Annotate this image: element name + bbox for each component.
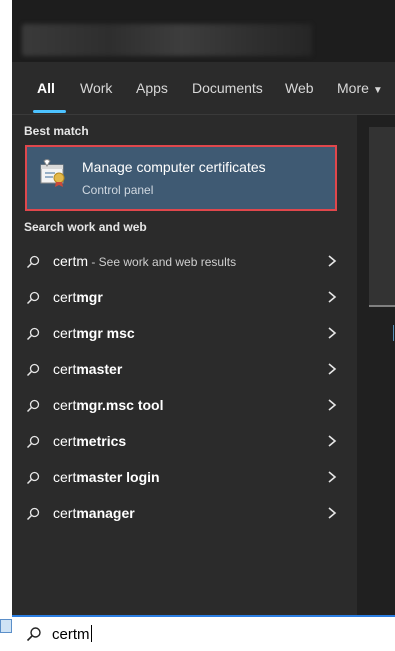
search-icon [26, 471, 40, 485]
result-typed: cert [53, 505, 77, 521]
tab-web[interactable]: Web [285, 80, 314, 96]
result-text: certmgr msc [53, 325, 135, 341]
search-box[interactable]: certm [12, 615, 395, 651]
result-typed: cert [53, 361, 77, 377]
search-section-label: Search work and web [24, 220, 147, 234]
search-result-row[interactable]: certmetrics [12, 424, 357, 460]
best-match-label: Best match [24, 124, 89, 138]
result-text: certmaster [53, 361, 122, 377]
best-match-title: Manage computer certificates [82, 159, 266, 175]
search-result-row[interactable]: certmgr [12, 280, 357, 316]
result-typed: cert [53, 289, 77, 305]
search-result-row[interactable]: certmaster [12, 352, 357, 388]
search-icon [26, 291, 40, 305]
result-completion: mgr msc [76, 325, 135, 341]
result-text: certmetrics [53, 433, 126, 449]
result-text: certmgr [53, 289, 103, 305]
search-result-row[interactable]: certmgr msc [12, 316, 357, 352]
tab-documents[interactable]: Documents [192, 80, 263, 96]
chevron-right-icon[interactable] [327, 326, 337, 340]
chevron-right-icon[interactable] [327, 254, 337, 268]
search-icon [26, 255, 40, 269]
search-icon [26, 363, 40, 377]
search-result-row[interactable]: certm - See work and web results [12, 244, 357, 280]
chevron-right-icon[interactable] [327, 290, 337, 304]
search-input[interactable]: certm [52, 625, 92, 643]
result-typed: cert [53, 469, 77, 485]
result-completion: metrics [76, 433, 127, 449]
result-text: certmanager [53, 505, 135, 521]
result-completion: manager [76, 505, 135, 521]
title-bar [12, 0, 395, 62]
best-match-item[interactable]: Manage computer certificates Control pan… [25, 145, 337, 211]
search-icon [26, 399, 40, 413]
result-text: certmgr.msc tool [53, 397, 163, 413]
result-typed: certm [53, 253, 88, 269]
start-search-panel: All Work Apps Documents Web More ▼ Best m… [12, 0, 395, 615]
result-completion: mgr.msc tool [76, 397, 164, 413]
tab-apps[interactable]: Apps [136, 80, 168, 96]
search-result-row[interactable]: certmgr.msc tool [12, 388, 357, 424]
tab-more-label: More [337, 80, 369, 96]
preview-pane [357, 115, 395, 615]
chevron-right-icon[interactable] [327, 434, 337, 448]
best-match-subtitle: Control panel [82, 183, 154, 197]
search-icon [26, 507, 40, 521]
search-result-row[interactable]: certmaster login [12, 460, 357, 496]
result-typed: cert [53, 325, 77, 341]
result-typed: cert [53, 433, 77, 449]
tab-work[interactable]: Work [80, 80, 112, 96]
chevron-right-icon[interactable] [327, 398, 337, 412]
result-typed: cert [53, 397, 77, 413]
search-result-row[interactable]: certmanager [12, 496, 357, 532]
active-tab-indicator [33, 110, 66, 113]
taskbar-app-icon[interactable] [0, 619, 12, 633]
result-completion: master login [76, 469, 160, 485]
search-icon [26, 435, 40, 449]
result-completion: mgr [76, 289, 103, 305]
result-hint: - See work and web results [88, 255, 237, 269]
result-text: certm - See work and web results [53, 253, 236, 269]
result-completion: master [76, 361, 123, 377]
search-icon [26, 327, 40, 341]
chevron-right-icon[interactable] [327, 470, 337, 484]
caret-down-icon: ▼ [372, 85, 383, 96]
chevron-right-icon[interactable] [327, 362, 337, 376]
search-icon [26, 627, 41, 642]
filter-tabs: All Work Apps Documents Web More ▼ [12, 66, 395, 115]
text-cursor [90, 625, 92, 642]
tab-more[interactable]: More ▼ [337, 80, 383, 96]
chevron-right-icon[interactable] [327, 506, 337, 520]
blurred-header [22, 24, 312, 56]
preview-card [369, 127, 395, 307]
result-text: certmaster login [53, 469, 160, 485]
certificate-manager-icon [40, 159, 65, 187]
tab-all[interactable]: All [37, 80, 55, 96]
